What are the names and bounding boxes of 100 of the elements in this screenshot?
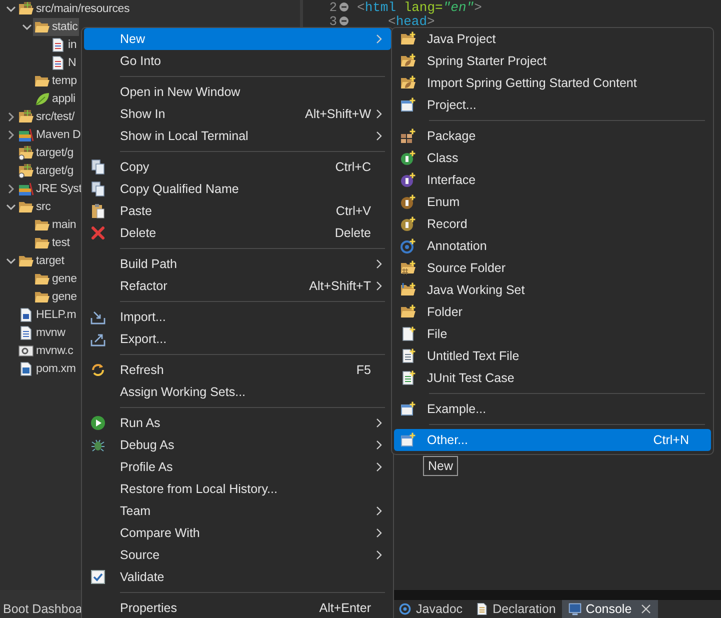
- view-tab[interactable]: Console: [562, 600, 658, 618]
- folder-icon: [34, 271, 50, 287]
- menu-item[interactable]: Interface: [394, 169, 711, 191]
- close-icon[interactable]: [640, 603, 652, 615]
- tree-item[interactable]: in: [49, 36, 78, 54]
- menu-item[interactable]: Other... Ctrl+N: [394, 429, 711, 451]
- menu-item[interactable]: Copy Qualified Name: [84, 178, 391, 200]
- menu-item[interactable]: Copy Ctrl+C: [84, 156, 391, 178]
- view-tab[interactable]: Declaration: [468, 600, 562, 618]
- tree-item[interactable]: static: [33, 18, 79, 36]
- folder-icon: [34, 19, 50, 35]
- menu-item[interactable]: Team: [84, 500, 391, 522]
- menu-item[interactable]: Assign Working Sets...: [84, 381, 391, 403]
- books-icon: [18, 127, 34, 143]
- books-icon: [18, 181, 34, 197]
- menu-item[interactable]: Project...: [394, 94, 711, 116]
- menu-item[interactable]: Source Folder: [394, 257, 711, 279]
- bug-icon: [90, 437, 106, 453]
- ring-icon: [398, 602, 412, 616]
- tree-item[interactable]: target: [17, 252, 66, 270]
- folder-icon: [18, 145, 34, 161]
- menu-item[interactable]: Source: [84, 544, 391, 566]
- tray-arrow-icon: [90, 309, 106, 325]
- folder-plus-icon: [400, 53, 416, 69]
- menu-item[interactable]: Profile As: [84, 456, 391, 478]
- tree-item[interactable]: pom.xm: [17, 360, 77, 378]
- menu-item[interactable]: Delete Delete: [84, 222, 391, 244]
- shortcut-label: Ctrl+V: [336, 204, 371, 218]
- shortcut-label: F5: [356, 363, 371, 377]
- menu-item[interactable]: Validate: [84, 566, 391, 588]
- folder-icon: [18, 1, 34, 17]
- menu-item[interactable]: Import...: [84, 306, 391, 328]
- menu-item[interactable]: Refactor Alt+Shift+T: [84, 275, 391, 297]
- circle-plus-icon: [400, 172, 416, 188]
- tree-item[interactable]: target/g: [17, 144, 74, 162]
- menu-item[interactable]: Spring Starter Project: [394, 50, 711, 72]
- document-plus-icon: [400, 326, 416, 342]
- menu-item[interactable]: Class: [394, 147, 711, 169]
- tooltip: New: [423, 456, 458, 476]
- menu-item[interactable]: Java Project: [394, 28, 711, 50]
- tree-item[interactable]: mvnw: [17, 324, 66, 342]
- fold-icon[interactable]: [339, 2, 349, 12]
- folder-plus-icon: [400, 260, 416, 276]
- menu-item[interactable]: Record: [394, 213, 711, 235]
- menu-item[interactable]: Untitled Text File: [394, 345, 711, 367]
- tree-item[interactable]: main: [33, 216, 78, 234]
- menu-item[interactable]: Folder: [394, 301, 711, 323]
- view-tab[interactable]: Boot Dashboa: [3, 600, 82, 618]
- tree-item[interactable]: temp: [33, 72, 78, 90]
- circle-plus-icon: [400, 238, 416, 254]
- tree-item[interactable]: src: [17, 198, 52, 216]
- tree-item[interactable]: gene: [33, 270, 78, 288]
- menu-item[interactable]: Annotation: [394, 235, 711, 257]
- folder-icon: [34, 289, 50, 305]
- menu-item[interactable]: Debug As: [84, 434, 391, 456]
- folder-icon: [18, 109, 34, 125]
- tree-item[interactable]: gene: [33, 288, 78, 306]
- menu-item[interactable]: Example...: [394, 398, 711, 420]
- menu-item[interactable]: Build Path: [84, 253, 391, 275]
- document-icon: [18, 325, 34, 341]
- menu-item[interactable]: Show in Local Terminal: [84, 125, 391, 147]
- tree-item[interactable]: appli: [33, 90, 76, 108]
- menu-item[interactable]: Java Working Set: [394, 279, 711, 301]
- menu-item[interactable]: Export...: [84, 328, 391, 350]
- play-icon: [90, 415, 106, 431]
- view-tab[interactable]: Javadoc: [392, 600, 469, 618]
- tree-item[interactable]: Maven D: [17, 126, 82, 144]
- tree-item[interactable]: mvnw.c: [17, 342, 74, 360]
- folder-icon: [34, 217, 50, 233]
- shortcut-label: Delete: [334, 226, 371, 240]
- menu-item[interactable]: Refresh F5: [84, 359, 391, 381]
- tree-item[interactable]: src/main/resources: [17, 0, 131, 18]
- tree-item[interactable]: N: [49, 54, 78, 72]
- menu-item[interactable]: Enum: [394, 191, 711, 213]
- fold-icon[interactable]: [339, 16, 349, 26]
- menu-item[interactable]: Paste Ctrl+V: [84, 200, 391, 222]
- menu-item[interactable]: Show In Alt+Shift+W: [84, 103, 391, 125]
- circle-plus-icon: [400, 150, 416, 166]
- menu-item[interactable]: Go Into: [84, 50, 391, 72]
- line-number: 2: [328, 0, 337, 14]
- document-icon: [18, 343, 34, 359]
- window-plus-icon: [400, 401, 416, 417]
- menu-item[interactable]: Properties Alt+Enter: [84, 597, 391, 618]
- tree-item[interactable]: HELP.m: [17, 306, 78, 324]
- menu-item[interactable]: Compare With: [84, 522, 391, 544]
- menu-item[interactable]: File: [394, 323, 711, 345]
- menu-item[interactable]: Package: [394, 125, 711, 147]
- checkbox-icon: [90, 569, 106, 585]
- menu-item[interactable]: Import Spring Getting Started Content: [394, 72, 711, 94]
- document-icon: [50, 37, 66, 53]
- menu-item[interactable]: Restore from Local History...: [84, 478, 391, 500]
- tree-item[interactable]: JRE Syst: [17, 180, 83, 198]
- tree-item[interactable]: test: [33, 234, 71, 252]
- tree-item[interactable]: target/g: [17, 162, 74, 180]
- menu-item[interactable]: Open in New Window: [84, 81, 391, 103]
- menu-item[interactable]: Run As: [84, 412, 391, 434]
- copy-icon: [90, 181, 106, 197]
- menu-item[interactable]: New: [84, 28, 391, 50]
- menu-item[interactable]: JUnit Test Case: [394, 367, 711, 389]
- tree-item[interactable]: src/test/: [17, 108, 76, 126]
